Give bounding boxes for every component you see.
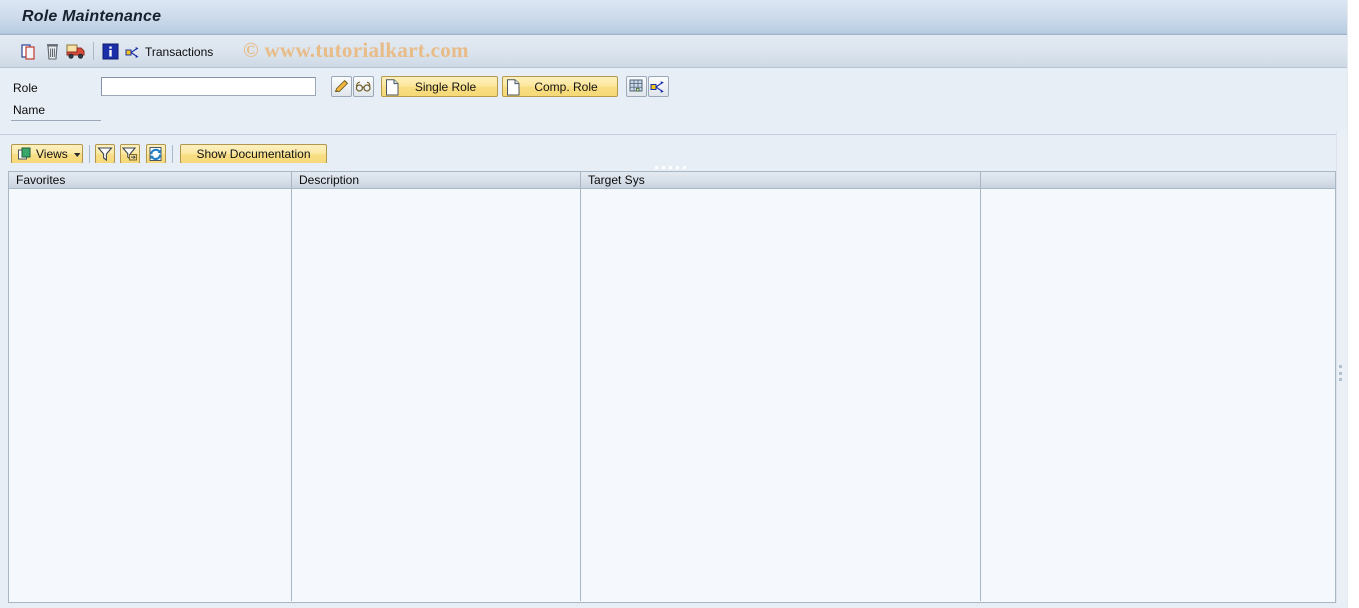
application-window: Role Maintenance Transactions © www.tuto… xyxy=(0,0,1347,608)
views-icon xyxy=(18,147,31,160)
views-label: Views xyxy=(36,147,68,161)
role-input[interactable] xyxy=(101,77,316,96)
chevron-down-icon xyxy=(73,152,81,157)
application-toolbar: Transactions xyxy=(0,35,1347,68)
views-separator-1 xyxy=(89,145,90,163)
column-divider-1 xyxy=(291,189,292,601)
truck-icon xyxy=(66,44,85,59)
column-divider-2 xyxy=(580,189,581,601)
show-documentation-label: Show Documentation xyxy=(196,147,311,161)
column-header-favorites[interactable]: Favorites xyxy=(8,171,291,189)
set-filter-button[interactable] xyxy=(95,144,115,164)
refresh-button[interactable] xyxy=(146,144,166,164)
toolbar-separator-1 xyxy=(93,42,94,60)
derive-role-button[interactable] xyxy=(626,76,647,97)
column-divider-3 xyxy=(980,189,981,601)
transactions-icon xyxy=(125,46,139,58)
name-field-label: Name xyxy=(13,103,46,117)
show-documentation-button[interactable]: Show Documentation xyxy=(180,144,327,164)
grid-header-row: Favorites Description Target Sys xyxy=(8,171,1336,189)
refresh-icon xyxy=(149,147,162,161)
glasses-icon xyxy=(355,81,371,92)
copy-icon xyxy=(21,44,35,60)
transport-role-button[interactable] xyxy=(65,41,86,62)
splitter-handle[interactable] xyxy=(655,166,691,169)
derive-grid-icon xyxy=(629,79,643,92)
information-icon xyxy=(102,43,119,60)
delete-role-button[interactable] xyxy=(42,41,63,62)
watermark-text: © www.tutorialkart.com xyxy=(243,38,469,62)
window-title-bar: Role Maintenance xyxy=(0,0,1347,35)
composite-role-button[interactable]: Comp. Role xyxy=(502,76,618,97)
favorites-grid: Favorites Description Target Sys xyxy=(8,171,1336,603)
change-role-button[interactable] xyxy=(331,76,352,97)
name-field-underline xyxy=(11,120,101,121)
vertical-scrollbar-thumb[interactable] xyxy=(1338,365,1343,381)
delete-filter-button[interactable] xyxy=(120,144,140,164)
column-header-target-sys[interactable]: Target Sys xyxy=(580,171,980,189)
transactions-label: Transactions xyxy=(145,44,214,59)
page-title: Role Maintenance xyxy=(22,8,162,25)
grid-body[interactable] xyxy=(8,189,1336,603)
column-header-description[interactable]: Description xyxy=(291,171,580,189)
column-header-empty[interactable] xyxy=(980,171,1336,189)
display-role-button[interactable] xyxy=(353,76,374,97)
transactions-icon xyxy=(650,81,664,93)
window-right-gutter xyxy=(1347,0,1359,608)
role-transactions-button[interactable] xyxy=(648,76,669,97)
transactions-button[interactable]: Transactions xyxy=(125,41,213,62)
document-icon xyxy=(506,79,521,99)
filter-icon xyxy=(97,147,113,162)
information-button[interactable] xyxy=(100,41,121,62)
role-field-label: Role xyxy=(13,81,38,95)
single-role-button[interactable]: Single Role xyxy=(381,76,498,97)
document-icon xyxy=(385,79,400,99)
trash-icon xyxy=(47,44,58,60)
pencil-icon xyxy=(334,79,349,92)
views-separator-2 xyxy=(172,145,173,163)
delete-filter-icon xyxy=(121,147,137,161)
copy-role-button[interactable] xyxy=(18,41,39,62)
views-dropdown-button[interactable]: Views xyxy=(11,144,83,164)
